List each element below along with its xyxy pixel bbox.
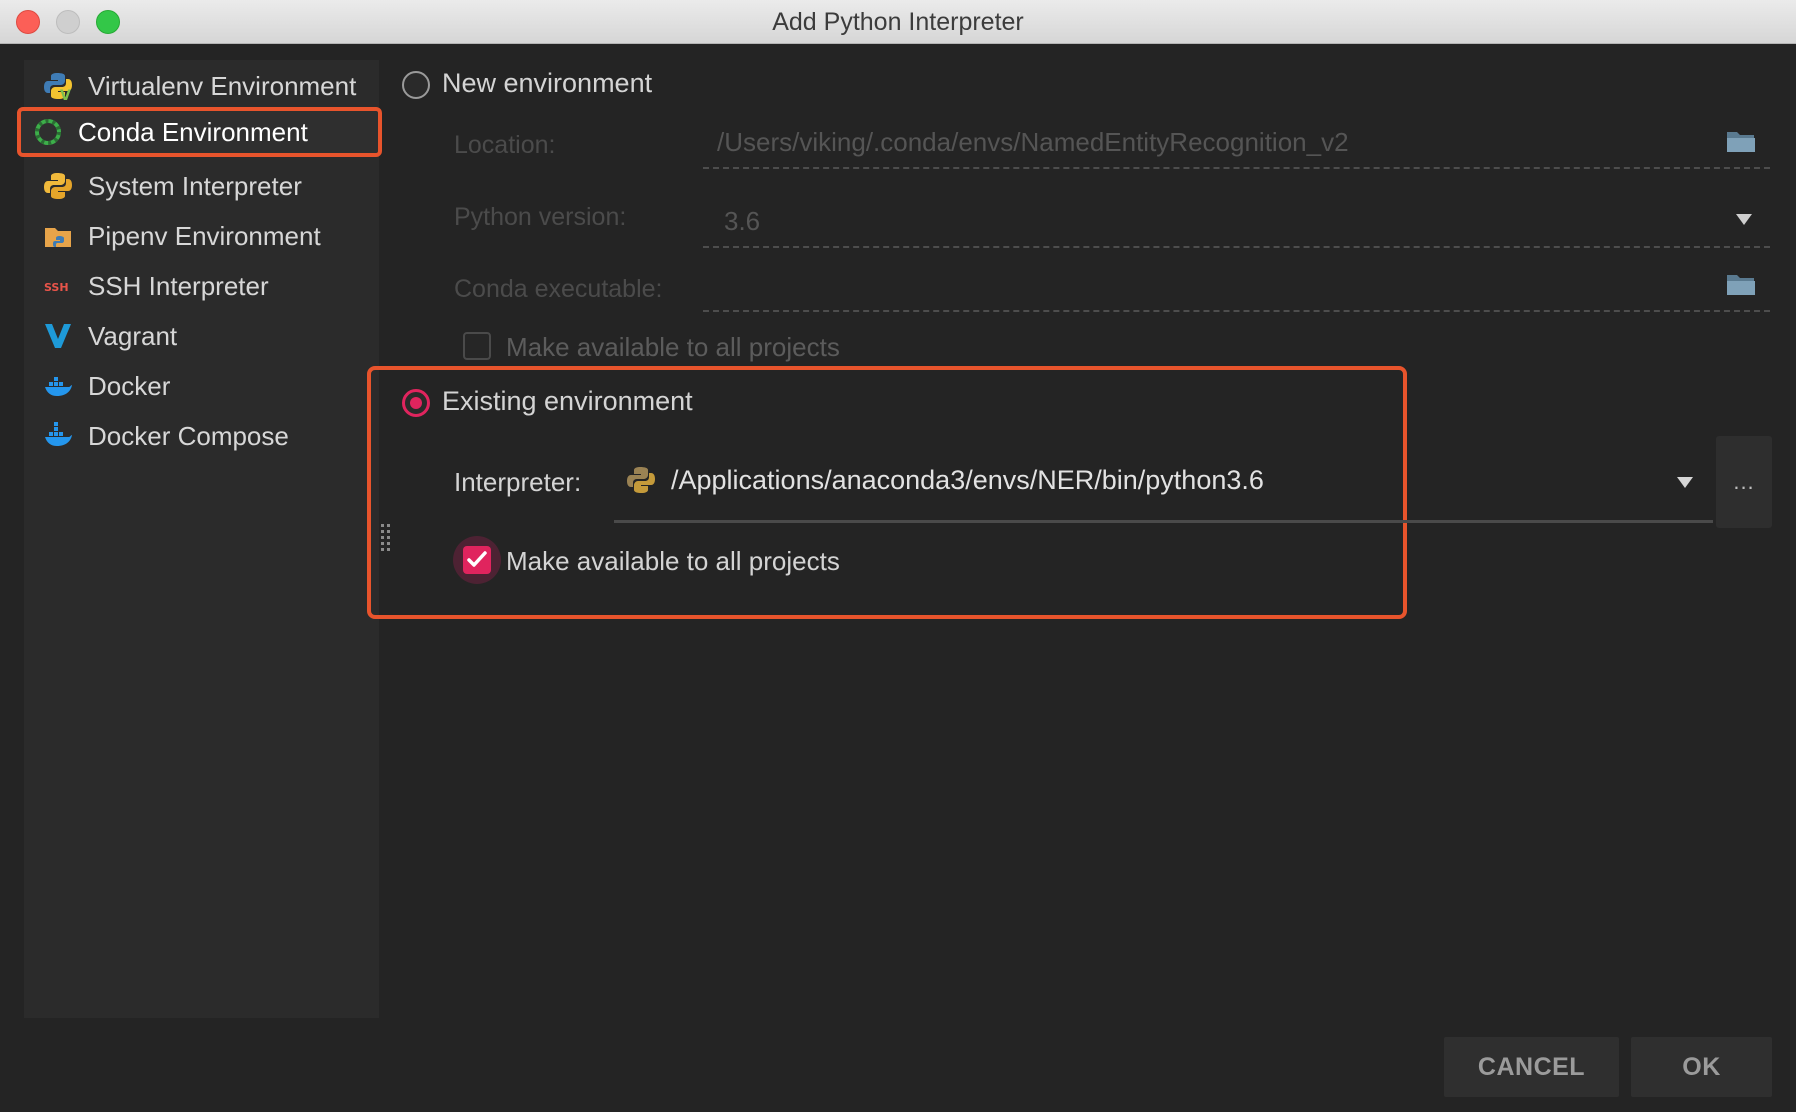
sidebar-item-docker-compose[interactable]: Docker Compose xyxy=(32,411,396,461)
existing-environment-label: Existing environment xyxy=(442,386,693,416)
conda-executable-label: Conda executable: xyxy=(454,275,663,303)
cancel-button[interactable]: CANCEL xyxy=(1444,1037,1619,1097)
sidebar-item-docker[interactable]: Docker xyxy=(32,361,396,411)
location-value: /Users/viking/.conda/envs/NamedEntityRec… xyxy=(717,127,1349,157)
docker-icon xyxy=(42,370,74,402)
existing-env-make-available-checkbox[interactable] xyxy=(453,536,501,584)
sidebar-item-system-interpreter[interactable]: System Interpreter xyxy=(32,161,396,211)
ok-button[interactable]: OK xyxy=(1631,1037,1772,1097)
python-icon xyxy=(42,170,74,202)
svg-text:V: V xyxy=(60,88,71,101)
conda-icon xyxy=(32,116,64,148)
location-label: Location: xyxy=(454,131,556,159)
sidebar-item-label: Pipenv Environment xyxy=(88,220,321,251)
sidebar-item-conda[interactable]: Conda Environment xyxy=(17,107,382,157)
virtualenv-icon: V xyxy=(42,70,74,102)
new-env-make-available-checkbox[interactable] xyxy=(463,332,491,360)
window-title: Add Python Interpreter xyxy=(772,8,1024,36)
python-version-label: Python version: xyxy=(454,203,627,231)
browse-interpreter-button[interactable]: ... xyxy=(1716,436,1772,528)
sidebar-item-pipenv[interactable]: Pipenv Environment xyxy=(32,211,396,261)
sidebar-item-label: SSH Interpreter xyxy=(88,270,269,301)
new-environment-label: New environment xyxy=(442,68,653,98)
vagrant-icon xyxy=(42,320,74,352)
python-icon xyxy=(626,465,656,500)
sidebar-item-virtualenv[interactable]: V Virtualenv Environment xyxy=(32,61,396,111)
location-field[interactable]: /Users/viking/.conda/envs/NamedEntityRec… xyxy=(703,119,1770,169)
folder-browse-icon[interactable] xyxy=(1726,129,1756,160)
sidebar-item-ssh[interactable]: SSH SSH Interpreter xyxy=(32,261,396,311)
python-version-value: 3.6 xyxy=(724,206,761,236)
sidebar-item-label: Virtualenv Environment xyxy=(88,70,357,101)
sidebar-item-label: Docker Compose xyxy=(88,420,289,451)
existing-environment-radio[interactable] xyxy=(402,389,430,417)
folder-browse-icon[interactable] xyxy=(1726,272,1756,303)
docker-compose-icon xyxy=(42,420,74,452)
interpreter-select[interactable]: /Applications/anaconda3/envs/NER/bin/pyt… xyxy=(614,455,1713,523)
interpreter-path: /Applications/anaconda3/envs/NER/bin/pyt… xyxy=(671,465,1264,495)
python-version-select[interactable]: 3.6 xyxy=(703,198,1770,248)
sidebar-item-label: System Interpreter xyxy=(88,170,302,201)
sidebar-item-label: Conda Environment xyxy=(78,116,308,147)
interpreter-label: Interpreter: xyxy=(454,467,582,497)
ssh-icon: SSH xyxy=(42,270,74,302)
pipenv-folder-icon xyxy=(42,220,74,252)
drag-handle-icon[interactable] xyxy=(380,524,392,552)
svg-text:SSH: SSH xyxy=(44,281,69,294)
sidebar-item-label: Vagrant xyxy=(88,320,178,351)
chevron-down-icon xyxy=(1677,477,1693,488)
existing-env-make-available-label: Make available to all projects xyxy=(506,546,840,576)
new-environment-radio[interactable] xyxy=(402,71,430,99)
interpreter-type-list: V Virtualenv Environment Conda Environme… xyxy=(17,60,382,1018)
sidebar-item-label: Docker xyxy=(88,370,171,401)
new-env-make-available-label: Make available to all projects xyxy=(506,332,840,362)
checkmark-icon xyxy=(463,546,491,574)
sidebar-item-vagrant[interactable]: Vagrant xyxy=(32,311,396,361)
chevron-down-icon xyxy=(1736,214,1752,225)
conda-executable-field[interactable] xyxy=(703,262,1770,312)
dialog-window: Add Python Interpreter V Virtualenv Envi… xyxy=(0,0,1796,1112)
title-bar: Add Python Interpreter xyxy=(0,0,1796,44)
